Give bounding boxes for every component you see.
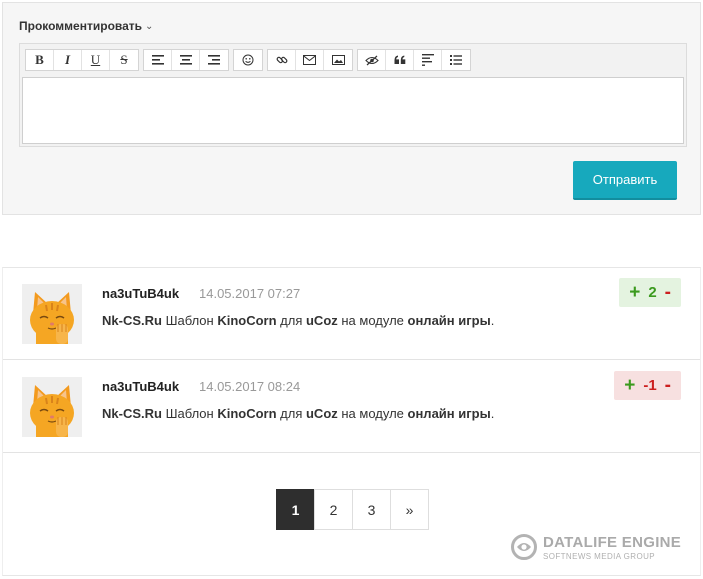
dle-logo-title: DATALIFE ENGINE xyxy=(543,533,682,551)
comment-text-plain: на модуле xyxy=(337,313,408,328)
chevron-down-icon: ⌄ xyxy=(145,20,154,32)
comment-text-bold: Nk-CS.Ru xyxy=(102,406,162,421)
comment-text-plain: для xyxy=(276,406,306,421)
image-icon xyxy=(331,55,345,65)
editor-toolbar: B I U S xyxy=(25,49,471,71)
align-left-button[interactable] xyxy=(144,50,172,70)
toolbar-group-extra xyxy=(357,49,471,71)
comment-text-bold: онлайн игры xyxy=(407,406,491,421)
comment-text-bold: uCoz xyxy=(305,406,338,421)
rating-score: 2 xyxy=(648,284,657,301)
comment-item: na3uTuB4uk 14.05.2017 07:27 Nk-CS.Ru Шаб… xyxy=(3,268,700,360)
smiley-button[interactable] xyxy=(234,50,262,70)
rating-score: -1 xyxy=(643,377,657,394)
cat-avatar-icon xyxy=(22,377,82,437)
dle-logo-subtitle: SOFTNEWS MEDIA GROUP xyxy=(543,551,656,561)
comment-date: 14.05.2017 07:27 xyxy=(199,286,301,301)
code-button[interactable] xyxy=(414,50,442,70)
comment-text: Nk-CS.Ru Шаблон KinoCorn для uCoz на мод… xyxy=(102,313,494,328)
comment-rating: + -1 - xyxy=(614,371,681,400)
toolbar-group-smiley xyxy=(233,49,263,71)
image-button[interactable] xyxy=(324,50,352,70)
list-button[interactable] xyxy=(442,50,470,70)
pagination: 1 2 3 » xyxy=(276,489,429,530)
comment-rating: + 2 - xyxy=(619,278,681,307)
bbcode-editor: B I U S xyxy=(19,43,687,147)
page-1-button[interactable]: 1 xyxy=(276,489,315,530)
text-lines-icon xyxy=(421,54,434,66)
quote-button[interactable] xyxy=(386,50,414,70)
page-3-button[interactable]: 3 xyxy=(352,489,391,530)
comment-text-plain: на модуле xyxy=(337,406,408,421)
comment-text-bold: KinoCorn xyxy=(217,313,277,328)
align-right-button[interactable] xyxy=(200,50,228,70)
align-center-button[interactable] xyxy=(172,50,200,70)
rate-plus-button[interactable]: + xyxy=(629,282,640,304)
page-2-button[interactable]: 2 xyxy=(314,489,353,530)
strikethrough-button[interactable]: S xyxy=(110,50,138,70)
quote-icon xyxy=(394,55,405,64)
comment-text: Nk-CS.Ru Шаблон KinoCorn для uCoz на мод… xyxy=(102,406,494,421)
comment-textarea[interactable] xyxy=(22,77,684,144)
comment-item: na3uTuB4uk 14.05.2017 08:24 Nk-CS.Ru Шаб… xyxy=(3,361,700,453)
next-page-button[interactable]: » xyxy=(390,489,429,530)
comment-text-plain: для xyxy=(276,313,306,328)
comment-text-bold: KinoCorn xyxy=(217,406,277,421)
align-center-icon xyxy=(179,55,192,65)
align-left-icon xyxy=(151,55,164,65)
rate-minus-button[interactable]: - xyxy=(665,375,671,397)
underline-button[interactable]: U xyxy=(82,50,110,70)
comment-text-plain: Шаблон xyxy=(161,313,218,328)
link-icon xyxy=(276,56,287,64)
eye-slash-icon xyxy=(364,55,379,65)
rate-plus-button[interactable]: + xyxy=(624,375,635,397)
comment-text-bold: uCoz xyxy=(305,313,338,328)
submit-button[interactable]: Отправить xyxy=(573,161,677,200)
comment-form: Прокомментировать ⌄ B I U S Отправить xyxy=(2,2,701,215)
toolbar-group-format: B I U S xyxy=(25,49,139,71)
comment-text-plain: . xyxy=(490,406,495,421)
form-title: Прокомментировать xyxy=(19,19,143,33)
bold-button[interactable]: B xyxy=(26,50,54,70)
form-title-toggle[interactable]: Прокомментировать ⌄ xyxy=(19,19,153,33)
avatar[interactable] xyxy=(22,377,82,437)
align-right-icon xyxy=(208,55,220,65)
toolbar-group-insert xyxy=(267,49,353,71)
list-icon xyxy=(450,55,462,65)
comments-list: na3uTuB4uk 14.05.2017 07:27 Nk-CS.Ru Шаб… xyxy=(2,267,701,576)
italic-button[interactable]: I xyxy=(54,50,82,70)
comment-author[interactable]: na3uTuB4uk xyxy=(102,379,179,394)
link-button[interactable] xyxy=(268,50,296,70)
comment-text-plain: . xyxy=(490,313,495,328)
dle-logo: DATALIFE ENGINE SOFTNEWS MEDIA GROUP xyxy=(510,533,681,561)
comment-text-bold: Nk-CS.Ru xyxy=(102,313,162,328)
dle-logo-text: DATALIFE ENGINE SOFTNEWS MEDIA GROUP xyxy=(543,534,681,561)
comment-text-bold: онлайн игры xyxy=(407,313,491,328)
avatar[interactable] xyxy=(22,284,82,344)
comment-author[interactable]: na3uTuB4uk xyxy=(102,286,179,301)
smiley-icon xyxy=(242,54,254,66)
hide-button[interactable] xyxy=(358,50,386,70)
dle-logo-icon xyxy=(511,534,537,560)
rate-minus-button[interactable]: - xyxy=(665,282,671,304)
toolbar-group-align xyxy=(143,49,229,71)
envelope-icon xyxy=(303,55,316,65)
comment-text-plain: Шаблон xyxy=(161,406,218,421)
comment-date: 14.05.2017 08:24 xyxy=(199,379,301,394)
email-button[interactable] xyxy=(296,50,324,70)
cat-avatar-icon xyxy=(22,284,82,344)
